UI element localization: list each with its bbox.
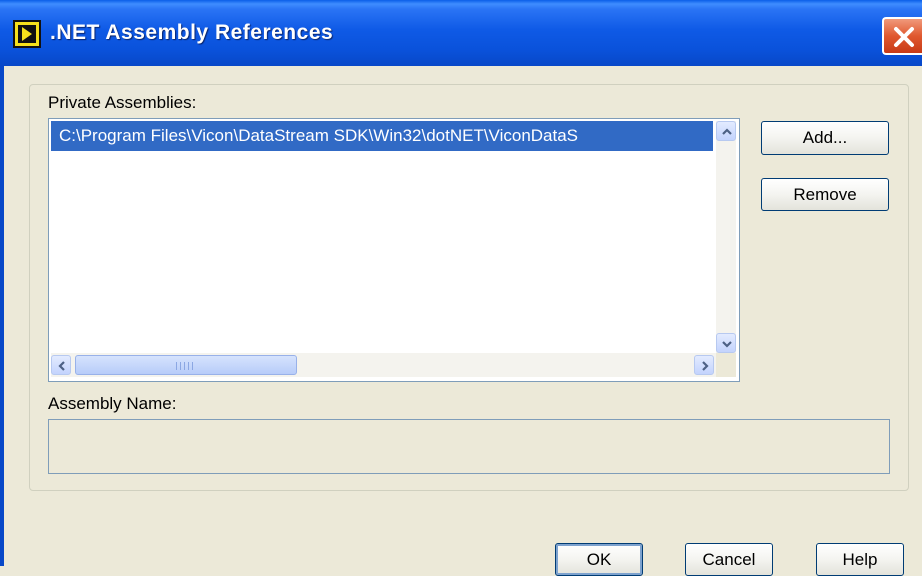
help-button[interactable]: Help [816, 543, 904, 576]
window-title: .NET Assembly References [50, 21, 334, 44]
dialog-window: .NET Assembly References Private Assembl… [0, 0, 922, 576]
scroll-up-button[interactable] [716, 121, 736, 141]
labview-vi-icon [13, 20, 41, 48]
remove-button[interactable]: Remove [761, 178, 889, 211]
scroll-down-button[interactable] [716, 333, 736, 353]
ok-button[interactable]: OK [555, 543, 643, 576]
private-assemblies-list[interactable]: C:\Program Files\Vicon\DataStream SDK\Wi… [48, 118, 740, 382]
list-item[interactable]: C:\Program Files\Vicon\DataStream SDK\Wi… [51, 121, 713, 151]
title-bar[interactable]: .NET Assembly References [0, 0, 922, 66]
scroll-right-button[interactable] [694, 355, 714, 375]
chevron-up-icon [722, 128, 732, 135]
close-button[interactable] [882, 17, 922, 55]
add-button[interactable]: Add... [761, 121, 889, 155]
assembly-name-field[interactable] [48, 419, 890, 474]
scroll-grip [176, 362, 194, 370]
scroll-corner [716, 353, 736, 377]
cancel-button[interactable]: Cancel [685, 543, 773, 576]
chevron-right-icon [702, 361, 709, 371]
private-assemblies-label: Private Assemblies: [48, 93, 197, 112]
window-frame [0, 66, 4, 566]
chevron-down-icon [722, 341, 732, 348]
close-icon [894, 27, 914, 47]
vertical-scrollbar[interactable] [716, 121, 736, 353]
assembly-name-label: Assembly Name: [48, 394, 177, 413]
horizontal-scroll-thumb[interactable] [75, 355, 297, 375]
horizontal-scrollbar[interactable] [51, 353, 716, 377]
scroll-left-button[interactable] [51, 355, 71, 375]
chevron-left-icon [58, 361, 65, 371]
